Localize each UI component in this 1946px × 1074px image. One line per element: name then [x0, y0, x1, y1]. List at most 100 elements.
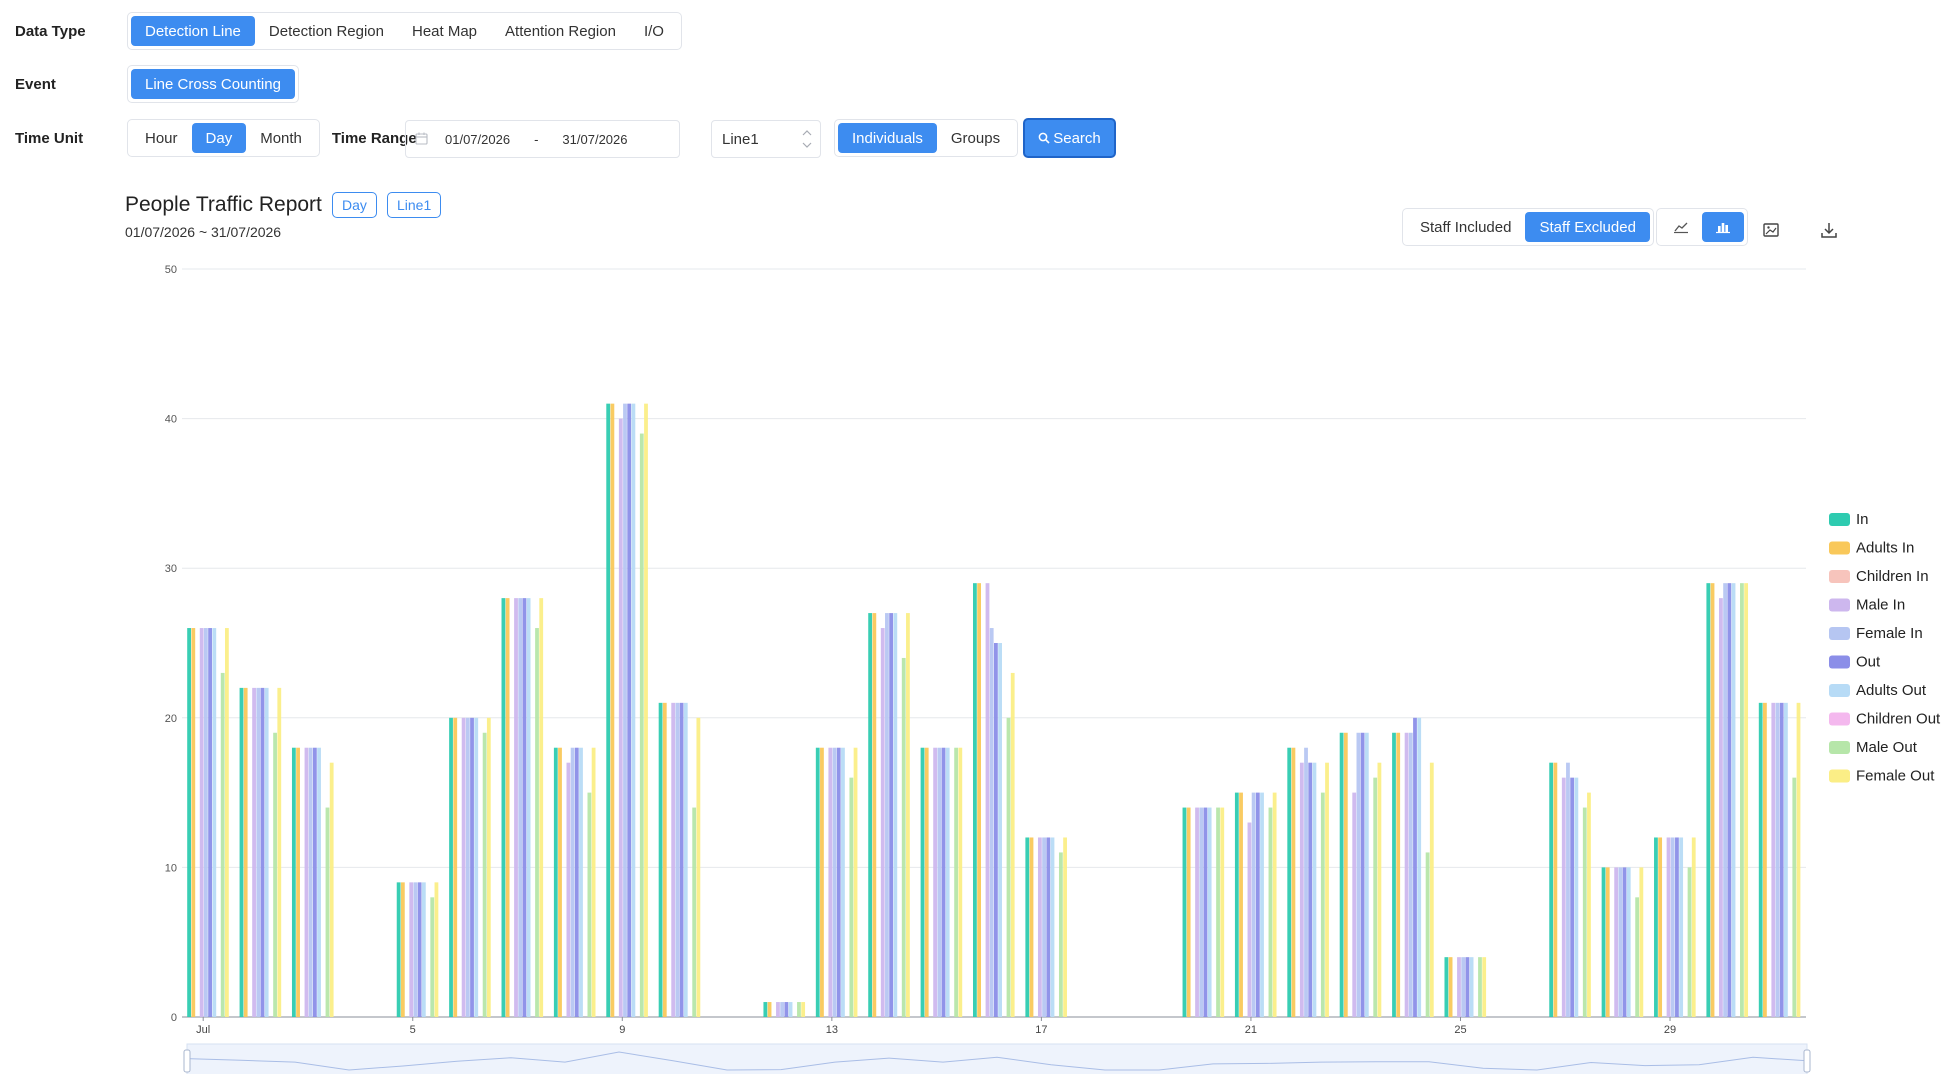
time-range-picker[interactable]: 01/07/2026 - 31/07/2026 [405, 120, 680, 158]
bar [958, 747, 963, 1017]
grouping-individuals[interactable]: Individuals [838, 123, 937, 153]
data-type-io[interactable]: I/O [630, 16, 678, 46]
bar [1404, 732, 1409, 1017]
time-range-separator: - [534, 131, 539, 147]
time-unit-group: Hour Day Month [127, 119, 320, 157]
bar [1553, 762, 1558, 1017]
bar [1025, 837, 1030, 1017]
data-type-label: Data Type [15, 22, 86, 40]
legend-swatch [1829, 570, 1850, 583]
bar [252, 687, 256, 1017]
report-title: People Traffic Report [125, 193, 322, 216]
bar [1626, 867, 1631, 1017]
line-chart-icon[interactable] [1660, 212, 1702, 242]
bar [893, 613, 898, 1017]
x-tick-label: 25 [1454, 1024, 1466, 1036]
bar [277, 687, 282, 1017]
bar [788, 1002, 793, 1017]
bar [1304, 747, 1308, 1017]
y-tick-label: 40 [165, 414, 177, 426]
grouping-groups[interactable]: Groups [937, 123, 1014, 153]
bar [1063, 837, 1067, 1017]
bar [1364, 732, 1369, 1017]
bar [587, 792, 592, 1017]
time-unit-label: Time Unit [15, 129, 84, 147]
bar [417, 882, 422, 1017]
bar [977, 583, 981, 1017]
bar [880, 628, 885, 1017]
save-image-icon[interactable] [1756, 215, 1786, 245]
legend-swatch [1829, 655, 1850, 669]
x-tick-label: 13 [826, 1024, 838, 1036]
line-select[interactable]: Line1 [711, 120, 821, 158]
x-tick-label: 29 [1664, 1024, 1676, 1036]
bar [1727, 583, 1732, 1017]
download-icon[interactable] [1814, 215, 1844, 245]
bar [273, 732, 277, 1017]
bar [1639, 867, 1644, 1017]
calendar-icon [415, 132, 429, 146]
bar [474, 717, 479, 1017]
x-tick-label: Jul [196, 1024, 210, 1036]
bar [872, 613, 877, 1017]
bar [1465, 957, 1470, 1017]
legend-label: Out [1856, 654, 1881, 671]
time-range-end[interactable]: 31/07/2026 [562, 132, 627, 147]
bar [1469, 957, 1474, 1017]
bar [1272, 792, 1277, 1017]
bar [828, 747, 833, 1017]
bar [1570, 777, 1575, 1017]
data-type-row: Data Type Detection Line Detection Regio… [15, 12, 682, 50]
data-type-heat-map[interactable]: Heat Map [398, 16, 491, 46]
bar [465, 717, 470, 1017]
bar [1029, 837, 1034, 1017]
staff-included-option[interactable]: Staff Included [1406, 212, 1525, 242]
bar [1320, 792, 1325, 1017]
search-button[interactable]: Search [1023, 118, 1116, 158]
legend-label: Children Out [1856, 711, 1941, 728]
bar [486, 717, 491, 1017]
bar [1287, 747, 1292, 1017]
legend-label: Male Out [1856, 739, 1918, 756]
zoom-handle-left [183, 1049, 191, 1073]
bar [1429, 762, 1434, 1017]
bar [1308, 762, 1313, 1017]
bar [885, 613, 889, 1017]
stepper-arrows-icon[interactable] [802, 128, 812, 150]
bar [1675, 837, 1679, 1017]
event-line-cross-counting[interactable]: Line Cross Counting [131, 69, 295, 99]
zoom-sparkline [186, 1051, 1808, 1071]
bar [470, 717, 474, 1017]
time-unit-hour[interactable]: Hour [131, 123, 192, 153]
bar [1377, 762, 1382, 1017]
bar [400, 882, 405, 1017]
bar [220, 672, 225, 1017]
legend-swatch [1829, 741, 1850, 754]
bar-chart-icon[interactable] [1702, 212, 1744, 242]
bar [941, 747, 946, 1017]
data-type-attention-region[interactable]: Attention Region [491, 16, 630, 46]
bar [1417, 717, 1422, 1017]
legend-label: In [1856, 511, 1869, 528]
bar [1587, 792, 1591, 1017]
time-range-start[interactable]: 01/07/2026 [445, 132, 510, 147]
legend-label: Female Out [1856, 768, 1935, 785]
bar [1740, 583, 1744, 1017]
bar [421, 882, 426, 1017]
data-type-detection-region[interactable]: Detection Region [255, 16, 398, 46]
time-unit-month[interactable]: Month [246, 123, 316, 153]
bar [1719, 598, 1723, 1017]
legend-swatch [1829, 712, 1850, 726]
bar [1775, 702, 1780, 1017]
bar [1618, 867, 1623, 1017]
bar [1635, 897, 1640, 1017]
bar [610, 403, 615, 1017]
data-type-detection-line[interactable]: Detection Line [131, 16, 255, 46]
staff-excluded-option[interactable]: Staff Excluded [1525, 212, 1650, 242]
bar [906, 613, 910, 1017]
bar [679, 702, 684, 1017]
bar [644, 403, 648, 1017]
time-unit-day[interactable]: Day [191, 123, 247, 153]
bar [820, 747, 824, 1017]
bar [623, 403, 627, 1017]
